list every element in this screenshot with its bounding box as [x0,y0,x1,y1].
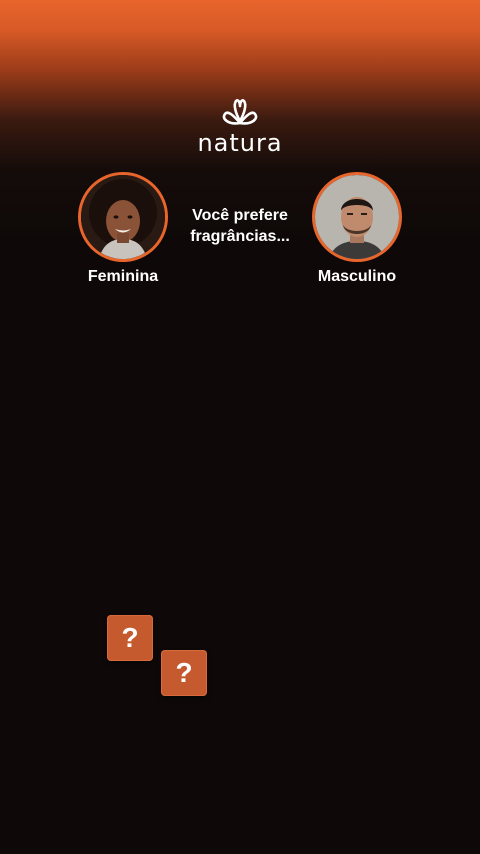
mystery-tile[interactable]: ? [107,615,153,661]
avatar-woman[interactable] [78,172,168,262]
choice-label-feminina: Feminina [87,268,159,285]
choice-masculino[interactable]: Masculino [282,172,432,286]
natura-flower-icon [222,99,258,125]
woman-portrait-icon [81,175,165,259]
man-portrait-icon [315,175,399,259]
brand-logo: natura [0,96,480,156]
brand-wordmark: natura [197,129,283,157]
avatar-man[interactable] [312,172,402,262]
mystery-tile[interactable]: ? [161,650,207,696]
choice-label-masculino: Masculino [317,268,397,285]
